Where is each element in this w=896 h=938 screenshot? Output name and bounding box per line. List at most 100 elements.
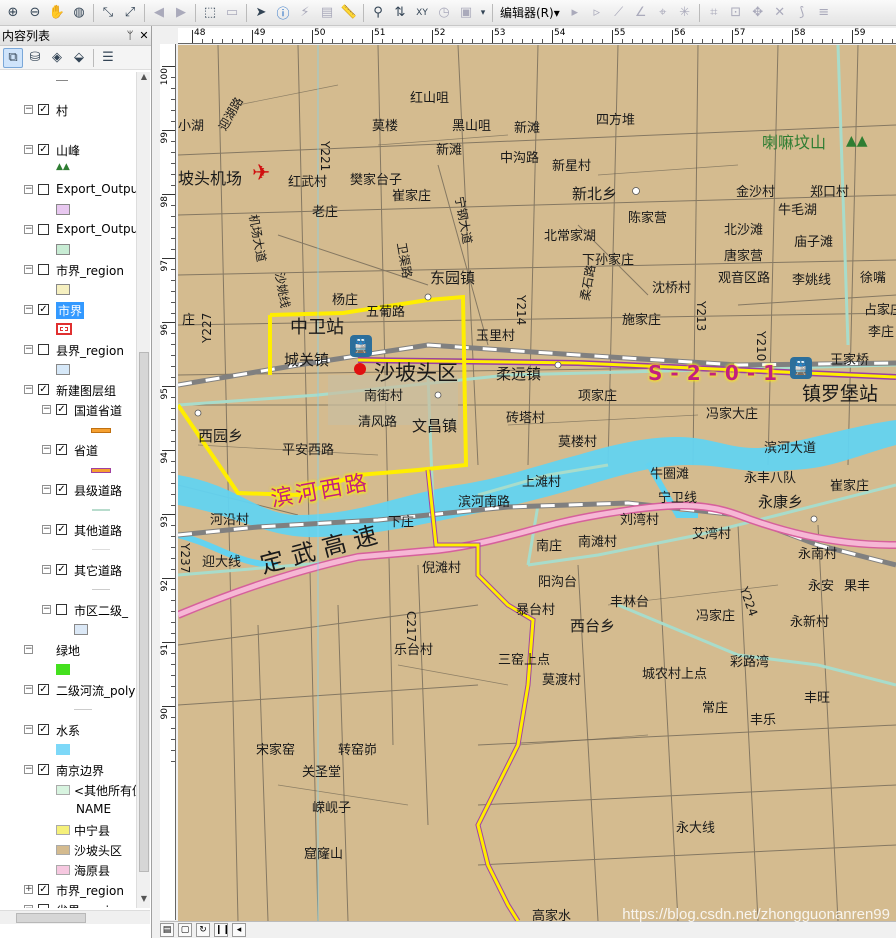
zoom-in-icon[interactable]: ⊕ xyxy=(3,3,23,23)
collapse-minus-icon[interactable]: − xyxy=(24,265,33,274)
layer-name-label[interactable]: 其他道路 xyxy=(74,522,122,539)
layer-visibility-checkbox[interactable]: ✓ xyxy=(38,684,49,695)
layer-visibility-checkbox[interactable] xyxy=(56,604,67,615)
hyperlink-icon[interactable]: ⚡ xyxy=(295,3,315,23)
refresh-icon[interactable]: ↻ xyxy=(196,923,210,937)
select-elements-arrow-icon[interactable]: ➤ xyxy=(251,3,271,23)
toc-layer-row[interactable]: − 省界_region xyxy=(0,900,136,908)
layer-name-label[interactable]: 省界_region xyxy=(56,902,124,908)
layer-name-label[interactable]: 新建图层组 xyxy=(56,382,116,399)
layer-name-label[interactable]: 南京边界 xyxy=(56,762,104,779)
layer-name-label[interactable]: 市界_region xyxy=(56,262,124,279)
toc-layer-row[interactable]: − ✓ 其它道路 xyxy=(0,560,136,580)
split-icon[interactable]: ⌗ xyxy=(704,3,724,23)
toc-layer-row[interactable]: − ✓ 山峰 xyxy=(0,140,136,160)
toc-layer-row[interactable]: − 市界_region xyxy=(0,260,136,280)
find-route-icon[interactable]: ⇅ xyxy=(390,3,410,23)
pin-icon[interactable]: ᛘ xyxy=(123,29,137,42)
collapse-minus-icon[interactable]: − xyxy=(42,565,51,574)
list-by-selection-icon[interactable]: ⬙ xyxy=(69,48,89,68)
editor-menu[interactable]: 编辑器(R)▾ xyxy=(496,3,564,23)
identify-info-icon[interactable]: ⓘ xyxy=(273,3,293,23)
pan-hand-icon[interactable]: ✋ xyxy=(47,3,67,23)
attributes-icon[interactable]: ⟆ xyxy=(792,3,812,23)
toc-layer-row[interactable]: − ✓ 省道 xyxy=(0,440,136,460)
edit-tool-icon[interactable]: ▸ xyxy=(565,3,585,23)
toc-horizontal-scrollbar[interactable] xyxy=(0,910,150,924)
collapse-minus-icon[interactable]: − xyxy=(42,485,51,494)
layer-visibility-checkbox[interactable]: ✓ xyxy=(38,884,49,895)
layer-name-label[interactable]: Export_Outpu xyxy=(56,222,136,236)
layer-visibility-checkbox[interactable]: ✓ xyxy=(56,444,67,455)
toc-layer-row[interactable]: − ✓ 其他道路 xyxy=(0,520,136,540)
select-features-icon[interactable]: ⬚ xyxy=(200,3,220,23)
layer-visibility-checkbox[interactable]: ✓ xyxy=(38,764,49,775)
layer-visibility-checkbox[interactable] xyxy=(38,184,49,195)
collapse-minus-icon[interactable]: − xyxy=(24,105,33,114)
sketch-properties-icon[interactable]: ≡ xyxy=(814,3,834,23)
layer-name-label[interactable]: Export_Outpu xyxy=(56,182,136,196)
forward-arrow-icon[interactable]: ▶ xyxy=(171,3,191,23)
layer-name-label[interactable]: 水系 xyxy=(56,722,80,739)
layer-visibility-checkbox[interactable]: ✓ xyxy=(38,724,49,735)
layer-visibility-checkbox[interactable]: ✓ xyxy=(56,404,67,415)
scroll-up-icon[interactable]: ▲ xyxy=(137,72,151,86)
reshape-icon[interactable]: ✳ xyxy=(675,3,695,23)
layer-visibility-checkbox[interactable]: ✓ xyxy=(38,104,49,115)
toc-layer-row[interactable]: − ✓ 县级道路 xyxy=(0,480,136,500)
expand-plus-icon[interactable]: + xyxy=(24,885,33,894)
time-slider-icon[interactable]: ◷ xyxy=(434,3,454,23)
layer-name-label[interactable]: 市界 xyxy=(56,302,85,319)
toc-layer-row[interactable]: − ✓ 国道省道 xyxy=(0,400,136,420)
layer-name-label[interactable]: 县界_region xyxy=(56,342,124,359)
list-by-drawing-order-icon[interactable]: ⧉ xyxy=(3,47,23,68)
toc-layer-row[interactable]: − ✓ 市界 xyxy=(0,300,136,320)
collapse-minus-icon[interactable]: − xyxy=(24,345,33,354)
layer-name-label[interactable]: 山峰 xyxy=(56,142,80,159)
layer-visibility-checkbox[interactable] xyxy=(38,344,49,355)
options-icon[interactable]: ☰ xyxy=(98,48,118,68)
collapse-minus-icon[interactable]: − xyxy=(24,645,33,654)
layer-name-label[interactable]: 市界_region xyxy=(56,882,124,899)
delete-icon[interactable]: ✕ xyxy=(770,3,790,23)
map-display[interactable]: ✈ 坡头机场 🚆 🚆 ▲▲ 喇嘛坟山 中卫站 沙坡头区 镇罗堡站 S-2-0-1… xyxy=(178,45,896,921)
layer-name-label[interactable]: 国道省道 xyxy=(74,402,122,419)
collapse-minus-icon[interactable]: − xyxy=(24,385,33,394)
trace-icon[interactable]: ∠ xyxy=(631,3,651,23)
layer-name-label[interactable]: 绿地 xyxy=(56,642,80,659)
scrollbar-thumb[interactable] xyxy=(16,913,86,923)
scroll-left-icon[interactable]: ◂ xyxy=(232,923,246,937)
layer-visibility-checkbox[interactable]: ✓ xyxy=(56,564,67,575)
collapse-minus-icon[interactable]: − xyxy=(24,225,33,234)
find-binoculars-icon[interactable]: ⚲ xyxy=(368,3,388,23)
measure-ruler-icon[interactable]: 📏 xyxy=(339,3,359,23)
layer-name-label[interactable]: 其它道路 xyxy=(74,562,122,579)
viewer-window-icon[interactable]: ▣ xyxy=(456,3,476,23)
layer-visibility-checkbox[interactable]: ✓ xyxy=(56,484,67,495)
full-extent-globe-icon[interactable]: ◍ xyxy=(69,3,89,23)
data-view-icon[interactable]: ▤ xyxy=(160,923,174,937)
layer-visibility-checkbox[interactable]: ✓ xyxy=(38,304,49,315)
pause-drawing-icon[interactable]: ❙❙ xyxy=(214,923,230,937)
collapse-minus-icon[interactable]: − xyxy=(24,905,33,908)
layer-visibility-checkbox[interactable]: ✓ xyxy=(38,384,49,395)
list-by-source-icon[interactable]: ⛁ xyxy=(25,48,45,68)
fixed-zoom-out-icon[interactable]: ⤢ xyxy=(120,3,140,23)
collapse-minus-icon[interactable]: − xyxy=(24,185,33,194)
toc-layer-row[interactable]: − 绿地 xyxy=(0,640,136,660)
straight-segment-icon[interactable]: ⟋ xyxy=(609,3,629,23)
close-icon[interactable]: ✕ xyxy=(137,29,151,42)
collapse-minus-icon[interactable]: − xyxy=(42,525,51,534)
layer-name-label[interactable]: 村 xyxy=(56,102,68,119)
clear-selection-icon[interactable]: ▭ xyxy=(222,3,242,23)
toc-vertical-scrollbar[interactable]: ▲ ▼ xyxy=(136,72,150,908)
layer-name-label[interactable]: 市区二级_ xyxy=(74,602,128,619)
collapse-minus-icon[interactable]: − xyxy=(42,445,51,454)
toc-layer-row[interactable]: − Export_Outpu xyxy=(0,220,136,240)
cut-polygon-icon[interactable]: ⊡ xyxy=(726,3,746,23)
collapse-minus-icon[interactable]: − xyxy=(42,605,51,614)
layer-visibility-checkbox[interactable]: ✓ xyxy=(38,144,49,155)
toc-layer-row[interactable]: − Export_Outpu xyxy=(0,180,136,200)
scroll-down-icon[interactable]: ▼ xyxy=(137,894,151,908)
toc-layer-row[interactable]: − ✓ 南京边界 xyxy=(0,760,136,780)
